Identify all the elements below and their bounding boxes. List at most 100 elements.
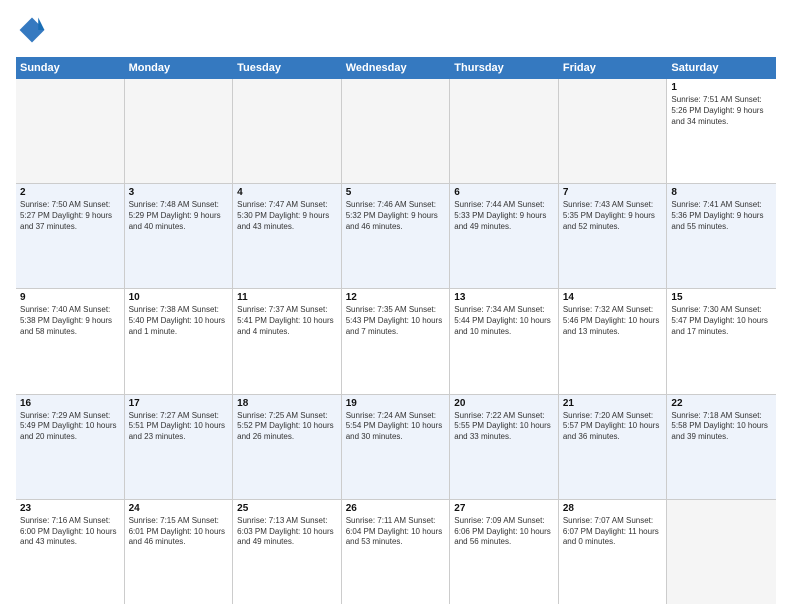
cal-cell: 28 Sunrise: 7:07 AM Sunset: 6:07 PM Dayli… xyxy=(559,500,668,604)
weekday-header-thursday: Thursday xyxy=(450,57,559,79)
day-info: Sunrise: 7:44 AM Sunset: 5:33 PM Dayligh… xyxy=(454,200,554,232)
day-number: 7 xyxy=(563,187,663,198)
day-info: Sunrise: 7:09 AM Sunset: 6:06 PM Dayligh… xyxy=(454,516,554,548)
day-number: 1 xyxy=(671,82,772,93)
day-info: Sunrise: 7:24 AM Sunset: 5:54 PM Dayligh… xyxy=(346,411,446,443)
day-info: Sunrise: 7:13 AM Sunset: 6:03 PM Dayligh… xyxy=(237,516,337,548)
weekday-header-saturday: Saturday xyxy=(667,57,776,79)
day-number: 20 xyxy=(454,398,554,409)
cal-cell: 8 Sunrise: 7:41 AM Sunset: 5:36 PM Daylig… xyxy=(667,184,776,288)
cal-cell: 9Sunrise: 7:40 AM Sunset: 5:38 PM Daylig… xyxy=(16,289,125,393)
day-info: Sunrise: 7:29 AM Sunset: 5:49 PM Dayligh… xyxy=(20,411,120,443)
cal-cell: 23 Sunrise: 7:16 AM Sunset: 6:00 PM Dayli… xyxy=(16,500,125,604)
week-row-2: 2 Sunrise: 7:50 AM Sunset: 5:27 PM Daylig… xyxy=(16,184,776,289)
day-number: 28 xyxy=(563,503,663,514)
weekday-header-tuesday: Tuesday xyxy=(233,57,342,79)
weekday-header-wednesday: Wednesday xyxy=(342,57,451,79)
cal-cell: 3 Sunrise: 7:48 AM Sunset: 5:29 PM Daylig… xyxy=(125,184,234,288)
day-number: 14 xyxy=(563,292,663,303)
day-info: Sunrise: 7:35 AM Sunset: 5:43 PM Dayligh… xyxy=(346,305,446,337)
cal-cell: 5Sunrise: 7:46 AM Sunset: 5:32 PM Daylig… xyxy=(342,184,451,288)
cal-cell: 7 Sunrise: 7:43 AM Sunset: 5:35 PM Daylig… xyxy=(559,184,668,288)
day-info: Sunrise: 7:34 AM Sunset: 5:44 PM Dayligh… xyxy=(454,305,554,337)
cal-cell xyxy=(667,500,776,604)
day-number: 25 xyxy=(237,503,337,514)
day-number: 3 xyxy=(129,187,229,198)
day-number: 22 xyxy=(671,398,772,409)
day-info: Sunrise: 7:25 AM Sunset: 5:52 PM Dayligh… xyxy=(237,411,337,443)
weekday-header-sunday: Sunday xyxy=(16,57,125,79)
day-info: Sunrise: 7:11 AM Sunset: 6:04 PM Dayligh… xyxy=(346,516,446,548)
day-number: 21 xyxy=(563,398,663,409)
header xyxy=(16,16,776,49)
day-number: 24 xyxy=(129,503,229,514)
day-number: 9 xyxy=(20,292,120,303)
cal-cell: 18 Sunrise: 7:25 AM Sunset: 5:52 PM Dayli… xyxy=(233,395,342,499)
day-number: 26 xyxy=(346,503,446,514)
cal-cell: 22 Sunrise: 7:18 AM Sunset: 5:58 PM Dayli… xyxy=(667,395,776,499)
day-number: 6 xyxy=(454,187,554,198)
day-info: Sunrise: 7:15 AM Sunset: 6:01 PM Dayligh… xyxy=(129,516,229,548)
day-info: Sunrise: 7:07 AM Sunset: 6:07 PM Dayligh… xyxy=(563,516,663,548)
day-info: Sunrise: 7:20 AM Sunset: 5:57 PM Dayligh… xyxy=(563,411,663,443)
logo-icon xyxy=(18,16,46,44)
week-row-1: 1 Sunrise: 7:51 AM Sunset: 5:26 PM Daylig… xyxy=(16,79,776,184)
cal-cell: 6 Sunrise: 7:44 AM Sunset: 5:33 PM Daylig… xyxy=(450,184,559,288)
day-number: 27 xyxy=(454,503,554,514)
cal-cell: 25 Sunrise: 7:13 AM Sunset: 6:03 PM Dayli… xyxy=(233,500,342,604)
cal-cell xyxy=(16,79,125,183)
day-info: Sunrise: 7:32 AM Sunset: 5:46 PM Dayligh… xyxy=(563,305,663,337)
day-info: Sunrise: 7:51 AM Sunset: 5:26 PM Dayligh… xyxy=(671,95,772,127)
day-number: 10 xyxy=(129,292,229,303)
cal-cell: 21 Sunrise: 7:20 AM Sunset: 5:57 PM Dayli… xyxy=(559,395,668,499)
weekday-header-friday: Friday xyxy=(559,57,668,79)
day-info: Sunrise: 7:18 AM Sunset: 5:58 PM Dayligh… xyxy=(671,411,772,443)
cal-cell: 14 Sunrise: 7:32 AM Sunset: 5:46 PM Dayli… xyxy=(559,289,668,393)
week-row-3: 9Sunrise: 7:40 AM Sunset: 5:38 PM Daylig… xyxy=(16,289,776,394)
day-number: 18 xyxy=(237,398,337,409)
cal-cell: 20 Sunrise: 7:22 AM Sunset: 5:55 PM Dayli… xyxy=(450,395,559,499)
cal-cell: 24 Sunrise: 7:15 AM Sunset: 6:01 PM Dayli… xyxy=(125,500,234,604)
cal-cell: 13 Sunrise: 7:34 AM Sunset: 5:44 PM Dayli… xyxy=(450,289,559,393)
day-number: 8 xyxy=(671,187,772,198)
week-row-4: 16 Sunrise: 7:29 AM Sunset: 5:49 PM Dayli… xyxy=(16,395,776,500)
day-info: Sunrise: 7:47 AM Sunset: 5:30 PM Dayligh… xyxy=(237,200,337,232)
calendar-body: 1 Sunrise: 7:51 AM Sunset: 5:26 PM Daylig… xyxy=(16,79,776,604)
cal-cell xyxy=(559,79,668,183)
day-info: Sunrise: 7:38 AM Sunset: 5:40 PM Dayligh… xyxy=(129,305,229,337)
day-info: Sunrise: 7:37 AM Sunset: 5:41 PM Dayligh… xyxy=(237,305,337,337)
cal-cell: 15Sunrise: 7:30 AM Sunset: 5:47 PM Dayli… xyxy=(667,289,776,393)
cal-cell: 26 Sunrise: 7:11 AM Sunset: 6:04 PM Dayli… xyxy=(342,500,451,604)
cal-cell xyxy=(450,79,559,183)
logo xyxy=(16,16,46,49)
cal-cell: 27 Sunrise: 7:09 AM Sunset: 6:06 PM Dayli… xyxy=(450,500,559,604)
day-number: 13 xyxy=(454,292,554,303)
cal-cell: 2 Sunrise: 7:50 AM Sunset: 5:27 PM Daylig… xyxy=(16,184,125,288)
calendar: SundayMondayTuesdayWednesdayThursdayFrid… xyxy=(16,57,776,604)
day-info: Sunrise: 7:22 AM Sunset: 5:55 PM Dayligh… xyxy=(454,411,554,443)
day-info: Sunrise: 7:16 AM Sunset: 6:00 PM Dayligh… xyxy=(20,516,120,548)
cal-cell: 17Sunrise: 7:27 AM Sunset: 5:51 PM Dayli… xyxy=(125,395,234,499)
day-info: Sunrise: 7:41 AM Sunset: 5:36 PM Dayligh… xyxy=(671,200,772,232)
cal-cell: 1 Sunrise: 7:51 AM Sunset: 5:26 PM Daylig… xyxy=(667,79,776,183)
cal-cell xyxy=(125,79,234,183)
day-info: Sunrise: 7:43 AM Sunset: 5:35 PM Dayligh… xyxy=(563,200,663,232)
cal-cell xyxy=(342,79,451,183)
day-info: Sunrise: 7:50 AM Sunset: 5:27 PM Dayligh… xyxy=(20,200,120,232)
week-row-5: 23 Sunrise: 7:16 AM Sunset: 6:00 PM Dayli… xyxy=(16,500,776,604)
day-number: 19 xyxy=(346,398,446,409)
day-info: Sunrise: 7:30 AM Sunset: 5:47 PM Dayligh… xyxy=(671,305,772,337)
cal-cell: 10 Sunrise: 7:38 AM Sunset: 5:40 PM Dayli… xyxy=(125,289,234,393)
day-number: 17 xyxy=(129,398,229,409)
day-number: 2 xyxy=(20,187,120,198)
calendar-header: SundayMondayTuesdayWednesdayThursdayFrid… xyxy=(16,57,776,79)
day-number: 23 xyxy=(20,503,120,514)
day-number: 16 xyxy=(20,398,120,409)
day-number: 11 xyxy=(237,292,337,303)
cal-cell xyxy=(233,79,342,183)
cal-cell: 11 Sunrise: 7:37 AM Sunset: 5:41 PM Dayli… xyxy=(233,289,342,393)
weekday-header-monday: Monday xyxy=(125,57,234,79)
day-info: Sunrise: 7:48 AM Sunset: 5:29 PM Dayligh… xyxy=(129,200,229,232)
cal-cell: 12Sunrise: 7:35 AM Sunset: 5:43 PM Dayli… xyxy=(342,289,451,393)
day-number: 4 xyxy=(237,187,337,198)
